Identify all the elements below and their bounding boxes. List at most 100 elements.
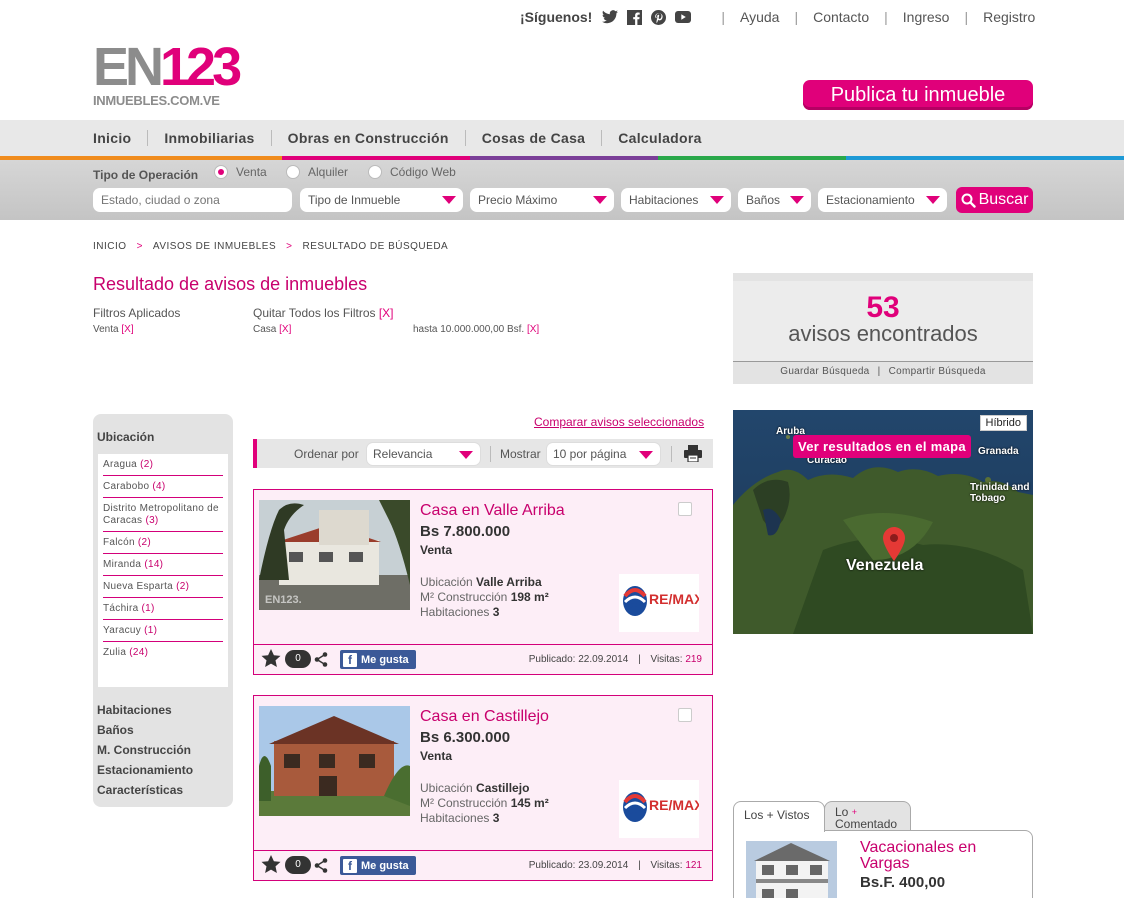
popular-listing-title[interactable]: Vacacionales en Vargas <box>860 840 1010 872</box>
top-bar: ¡Síguenos! | Ayuda | Contacto | Ingreso … <box>520 6 1035 28</box>
nav-item-calculadora[interactable]: Calculadora <box>601 130 717 146</box>
location-item[interactable]: Yaracuy (1) <box>103 620 223 642</box>
location-item[interactable]: Zulia (24) <box>103 642 223 663</box>
remove-all-filters[interactable]: Quitar Todos los Filtros [X] <box>253 306 394 320</box>
property-type-select[interactable]: Tipo de Inmueble <box>300 188 463 212</box>
results-map[interactable]: Aruba Curacao Granada Trinidad and Tobag… <box>733 410 1033 634</box>
contact-link[interactable]: Contacto <box>813 9 869 25</box>
location-item[interactable]: Carabobo (4) <box>103 476 223 498</box>
nav-item-cosas-de-casa[interactable]: Cosas de Casa <box>464 130 602 146</box>
max-price-select[interactable]: Precio Máximo <box>470 188 614 212</box>
comment-count-badge[interactable]: 0 <box>285 856 311 874</box>
rooms-select[interactable]: Habitaciones <box>621 188 731 212</box>
listing-price: Bs 7.800.000 <box>420 523 511 540</box>
sidebar-filter-estacionamiento[interactable]: Estacionamiento <box>97 763 193 777</box>
agency-logo[interactable]: RE/MAX V.I.P <box>619 780 736 838</box>
listing-photo[interactable] <box>259 706 410 816</box>
favorite-star-icon[interactable] <box>261 649 281 668</box>
nav-item-obras[interactable]: Obras en Construcción <box>270 130 465 146</box>
remove-filter-x[interactable]: [X] <box>279 324 291 335</box>
see-results-on-map-button[interactable]: Ver resultados en el mapa <box>793 435 971 458</box>
location-input[interactable] <box>93 188 292 212</box>
help-link[interactable]: Ayuda <box>740 9 779 25</box>
pinterest-icon[interactable] <box>651 9 667 25</box>
listing-rooms: Habitaciones 3 <box>420 605 500 619</box>
listing-footer: 0 f Me gusta Publicado: 22.09.2014 | Visi… <box>254 644 712 674</box>
map-pin-icon[interactable] <box>883 527 905 561</box>
bathrooms-select[interactable]: Baños <box>738 188 811 212</box>
listing-title[interactable]: Casa en Castillejo <box>420 708 549 726</box>
listing-photo[interactable]: EN123. <box>259 500 410 610</box>
listing-title[interactable]: Casa en Valle Arriba <box>420 502 565 520</box>
radio-alquiler[interactable]: Alquiler <box>286 165 348 179</box>
print-icon[interactable] <box>684 445 702 462</box>
breadcrumb-avisos[interactable]: AVISOS DE INMUEBLES <box>153 241 276 252</box>
share-icon[interactable] <box>314 652 328 667</box>
twitter-icon[interactable] <box>602 9 619 25</box>
login-link[interactable]: Ingreso <box>903 9 950 25</box>
share-search-link[interactable]: Compartir Búsqueda <box>889 366 986 377</box>
tab-most-viewed[interactable]: Los + Vistos <box>733 801 825 832</box>
svg-text:RE/MAX V.I.P: RE/MAX V.I.P <box>649 591 699 607</box>
site-logo[interactable]: EN123 INMUEBLES.COM.VE <box>93 40 242 108</box>
sidebar-filter-construccion[interactable]: M. Construcción <box>97 743 191 757</box>
remove-filter-x[interactable]: [X] <box>121 324 133 335</box>
listing-location: Ubicación Valle Arriba <box>420 575 542 589</box>
results-count-box: 53 avisos encontrados Guardar Búsqueda |… <box>733 273 1033 384</box>
nav-item-inmobiliarias[interactable]: Inmobiliarias <box>147 130 270 146</box>
listing-meta: Publicado: 23.09.2014 | Visitas: 121 <box>528 860 702 871</box>
location-list: Aragua (2) Carabobo (4) Distrito Metropo… <box>98 454 228 687</box>
location-item[interactable]: Distrito Metropolitano de Caracas (3) <box>103 498 223 532</box>
listing-compare-checkbox[interactable] <box>678 708 692 722</box>
filter-chip-casa: Casa [X] <box>253 324 292 335</box>
remove-all-x[interactable]: [X] <box>379 306 394 320</box>
page-title: Resultado de avisos de inmuebles <box>93 274 368 294</box>
sidebar-filter-caracteristicas[interactable]: Características <box>97 783 183 797</box>
operation-type-label: Tipo de Operación <box>93 168 199 182</box>
facebook-like-button[interactable]: f Me gusta <box>340 650 416 669</box>
search-button[interactable]: Buscar <box>956 187 1033 213</box>
filter-sidebar: Ubicación Aragua (2) Carabobo (4) Distri… <box>93 414 233 807</box>
parking-select[interactable]: Estacionamiento <box>818 188 947 212</box>
facebook-like-button[interactable]: f Me gusta <box>340 856 416 875</box>
sidebar-filter-banos[interactable]: Baños <box>97 723 134 737</box>
breadcrumb-inicio[interactable]: INICIO <box>93 241 127 252</box>
nav-item-inicio[interactable]: Inicio <box>93 130 147 146</box>
sidebar-filter-habitaciones[interactable]: Habitaciones <box>97 703 172 717</box>
radio-venta[interactable]: Venta <box>214 165 267 179</box>
location-item[interactable]: Nueva Esparta (2) <box>103 576 223 598</box>
location-item[interactable]: Táchira (1) <box>103 598 223 620</box>
listing-location: Ubicación Castillejo <box>420 781 530 795</box>
order-by-select[interactable]: Relevancia <box>366 442 481 466</box>
compare-selected-link[interactable]: Comparar avisos seleccionados <box>534 415 704 429</box>
save-search-link[interactable]: Guardar Búsqueda <box>780 366 869 377</box>
map-hybrid-toggle[interactable]: Híbrido <box>979 415 1027 431</box>
show-label: Mostrar <box>500 447 541 461</box>
facebook-icon: f <box>343 652 357 667</box>
listing-area: M² Construcción 145 m² <box>420 796 549 810</box>
location-item[interactable]: Falcón (2) <box>103 532 223 554</box>
listing-card[interactable]: Casa en Castillejo Bs 6.300.000 Venta Ub… <box>253 695 736 881</box>
results-count: 53 <box>866 291 900 324</box>
youtube-icon[interactable] <box>675 9 692 25</box>
remove-filter-x[interactable]: [X] <box>527 324 539 335</box>
tab-most-commented[interactable]: Lo + Comentado <box>824 801 911 831</box>
listing-operation: Venta <box>420 749 453 763</box>
radio-codigo-web[interactable]: Código Web <box>368 165 456 179</box>
publish-property-button[interactable]: Publica tu inmueble <box>803 80 1033 110</box>
listing-card[interactable]: EN123. Casa en Valle Arriba Bs 7.800.000… <box>253 489 736 675</box>
listing-rooms: Habitaciones 3 <box>420 811 500 825</box>
share-icon[interactable] <box>314 858 328 873</box>
location-item[interactable]: Aragua (2) <box>103 454 223 476</box>
favorite-star-icon[interactable] <box>261 855 281 874</box>
location-item[interactable]: Miranda (14) <box>103 554 223 576</box>
register-link[interactable]: Registro <box>983 9 1035 25</box>
popular-listing-photo[interactable] <box>746 841 837 898</box>
agency-logo[interactable]: RE/MAX V.I.P <box>619 574 736 632</box>
facebook-icon[interactable] <box>627 9 643 25</box>
order-by-label: Ordenar por <box>294 447 359 461</box>
sidebar-location-title: Ubicación <box>97 430 155 444</box>
per-page-select[interactable]: 10 por página <box>546 442 661 466</box>
comment-count-badge[interactable]: 0 <box>285 650 311 668</box>
listing-compare-checkbox[interactable] <box>678 502 692 516</box>
